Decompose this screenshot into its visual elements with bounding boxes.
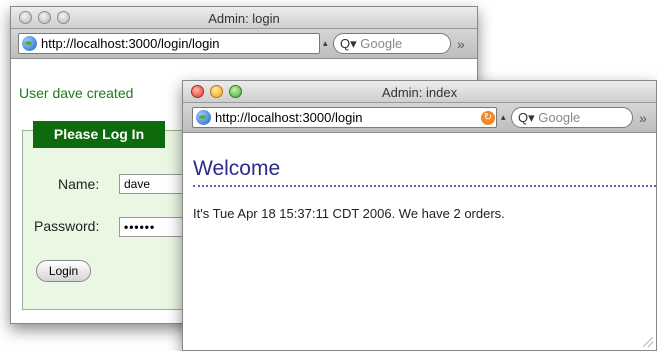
search-placeholder: Google <box>360 36 403 51</box>
name-field[interactable]: dave <box>119 174 189 194</box>
search-field[interactable]: Q▾ Google <box>511 107 633 128</box>
reload-icon[interactable]: ↻ <box>481 111 495 125</box>
address-url: http://localhost:3000/login <box>215 110 363 125</box>
window-title: Admin: login <box>208 11 280 26</box>
search-icon: Q▾ <box>518 110 535 125</box>
login-button[interactable]: Login <box>36 260 91 282</box>
index-window: Admin: index http://localhost:3000/login… <box>182 80 657 351</box>
index-window-titlebar[interactable]: Admin: index <box>183 81 656 103</box>
more-tools-icon[interactable]: » <box>457 36 465 52</box>
search-icon: Q▾ <box>340 36 357 51</box>
status-text: It's Tue Apr 18 15:37:11 CDT 2006. We ha… <box>193 206 505 221</box>
address-url: http://localhost:3000/login/login <box>41 36 220 51</box>
address-bar[interactable]: http://localhost:3000/login/login <box>18 33 320 54</box>
password-field[interactable]: •••••• <box>119 217 189 237</box>
fieldset-legend: Please Log In <box>33 121 165 148</box>
resize-grip-icon[interactable] <box>643 337 653 347</box>
dropdown-arrow-icon[interactable]: ▴ <box>501 112 506 123</box>
window-title: Admin: index <box>381 85 458 100</box>
search-placeholder: Google <box>538 110 581 125</box>
login-window-titlebar[interactable]: Admin: login <box>11 7 477 29</box>
browser-toolbar: http://localhost:3000/login/login ▴ Q▾ G… <box>11 29 477 59</box>
globe-icon <box>196 110 211 125</box>
page-heading: Welcome <box>193 157 281 180</box>
more-tools-icon[interactable]: » <box>639 110 647 126</box>
name-label: Name: <box>58 176 100 192</box>
heading-divider <box>193 185 656 187</box>
address-bar[interactable]: http://localhost:3000/login <box>192 107 497 128</box>
password-label: Password: <box>34 218 100 234</box>
flash-message: User dave created <box>19 85 134 101</box>
browser-toolbar: http://localhost:3000/login ↻ ▴ Q▾ Googl… <box>183 103 656 133</box>
search-field[interactable]: Q▾ Google <box>333 33 451 54</box>
dropdown-arrow-icon[interactable]: ▴ <box>323 38 328 49</box>
globe-icon <box>22 36 37 51</box>
